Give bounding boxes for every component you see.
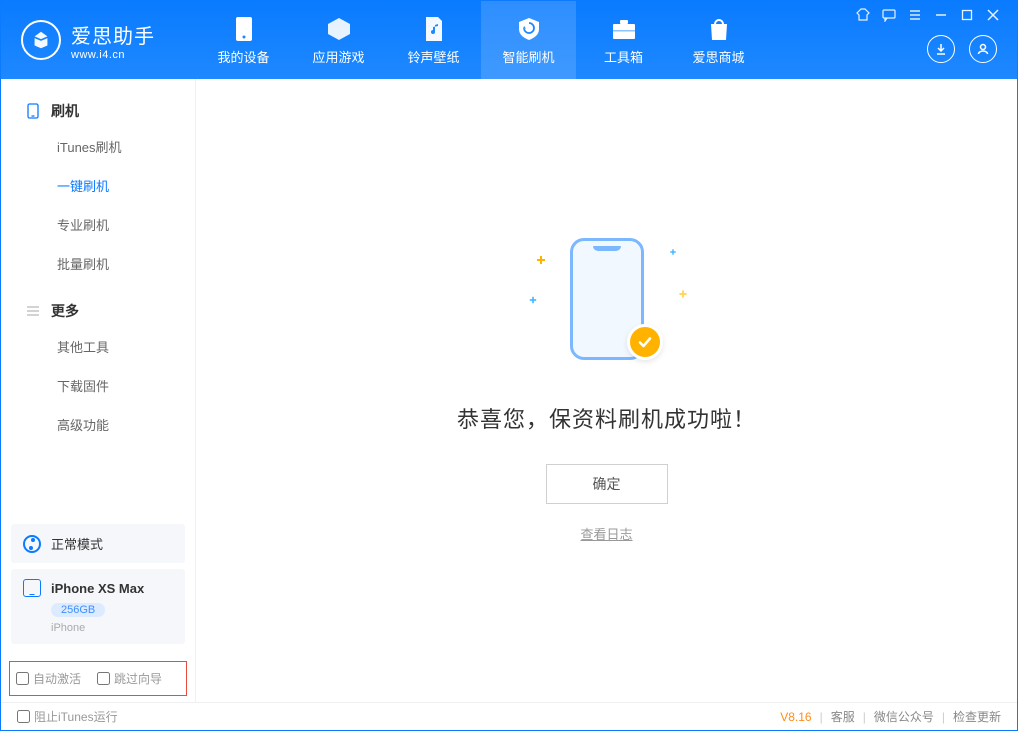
sidebar-item-download-firmware[interactable]: 下载固件 (1, 366, 195, 405)
check-badge-icon (627, 324, 663, 360)
phone-small-icon (25, 103, 41, 119)
tab-my-device[interactable]: 我的设备 (196, 1, 291, 79)
close-button[interactable] (985, 7, 1001, 23)
cube-icon (325, 15, 353, 43)
window-controls (855, 1, 1005, 23)
header: 爱思助手 www.i4.cn 我的设备 应用游戏 铃声壁纸 智能刷机 工具箱 爱… (1, 1, 1017, 79)
mode-label: 正常模式 (51, 534, 103, 553)
feedback-icon[interactable] (881, 7, 897, 23)
device-icon (230, 15, 258, 43)
sidebar-item-pro-flash[interactable]: 专业刷机 (1, 205, 195, 244)
mode-panel[interactable]: 正常模式 (11, 524, 185, 563)
briefcase-icon (610, 15, 638, 43)
sidebar: 刷机 iTunes刷机 一键刷机 专业刷机 批量刷机 更多 其他工具 下载固件 … (1, 79, 196, 702)
main-content: 恭喜您，保资料刷机成功啦！ 确定 查看日志 (196, 79, 1017, 702)
bottom-checkbox-row: 自动激活 跳过向导 (9, 661, 187, 696)
device-panel[interactable]: iPhone XS Max 256GB iPhone (11, 569, 185, 644)
refresh-shield-icon (515, 15, 543, 43)
app-url: www.i4.cn (71, 49, 155, 61)
checkbox-auto-activate[interactable]: 自动激活 (16, 670, 81, 687)
sidebar-item-batch-flash[interactable]: 批量刷机 (1, 244, 195, 283)
sidebar-item-advanced[interactable]: 高级功能 (1, 405, 195, 444)
tab-ringtone-wallpaper[interactable]: 铃声壁纸 (386, 1, 481, 79)
sidebar-item-itunes-flash[interactable]: iTunes刷机 (1, 127, 195, 166)
bag-icon (705, 15, 733, 43)
success-text: 恭喜您，保资料刷机成功啦！ (457, 402, 756, 434)
success-illustration (517, 238, 697, 378)
tab-toolbox[interactable]: 工具箱 (576, 1, 671, 79)
checkbox-skip-guide[interactable]: 跳过向导 (97, 670, 162, 687)
version-label: V8.16 (780, 710, 811, 724)
menu-icon[interactable] (907, 7, 923, 23)
mode-icon (23, 535, 41, 553)
footer-wechat-link[interactable]: 微信公众号 (874, 708, 934, 725)
logo-area: 爱思助手 www.i4.cn (1, 20, 196, 61)
logo-icon (21, 20, 61, 60)
tab-apps-games[interactable]: 应用游戏 (291, 1, 386, 79)
user-icon[interactable] (969, 35, 997, 63)
top-tabs: 我的设备 应用游戏 铃声壁纸 智能刷机 工具箱 爱思商城 (196, 1, 766, 79)
view-log-link[interactable]: 查看日志 (580, 524, 632, 543)
skin-icon[interactable] (855, 7, 871, 23)
tab-store[interactable]: 爱思商城 (671, 1, 766, 79)
minimize-button[interactable] (933, 7, 949, 23)
sidebar-item-other-tools[interactable]: 其他工具 (1, 327, 195, 366)
footer-service-link[interactable]: 客服 (831, 708, 855, 725)
footer: 阻止iTunes运行 V8.16 | 客服 | 微信公众号 | 检查更新 (1, 702, 1017, 730)
music-file-icon (420, 15, 448, 43)
sidebar-group-more: 更多 (1, 301, 195, 321)
maximize-button[interactable] (959, 7, 975, 23)
device-capacity: 256GB (51, 603, 105, 617)
ok-button[interactable]: 确定 (546, 464, 668, 504)
footer-update-link[interactable]: 检查更新 (953, 708, 1001, 725)
tab-smart-flash[interactable]: 智能刷机 (481, 1, 576, 79)
app-name: 爱思助手 (71, 20, 155, 49)
device-type: iPhone (51, 622, 173, 634)
list-icon (25, 303, 41, 319)
device-name: iPhone XS Max (51, 581, 144, 596)
device-small-icon (23, 579, 41, 597)
sidebar-item-one-key-flash[interactable]: 一键刷机 (1, 166, 195, 205)
checkbox-block-itunes[interactable]: 阻止iTunes运行 (17, 708, 118, 725)
download-icon[interactable] (927, 35, 955, 63)
sidebar-group-flash: 刷机 (1, 101, 195, 121)
